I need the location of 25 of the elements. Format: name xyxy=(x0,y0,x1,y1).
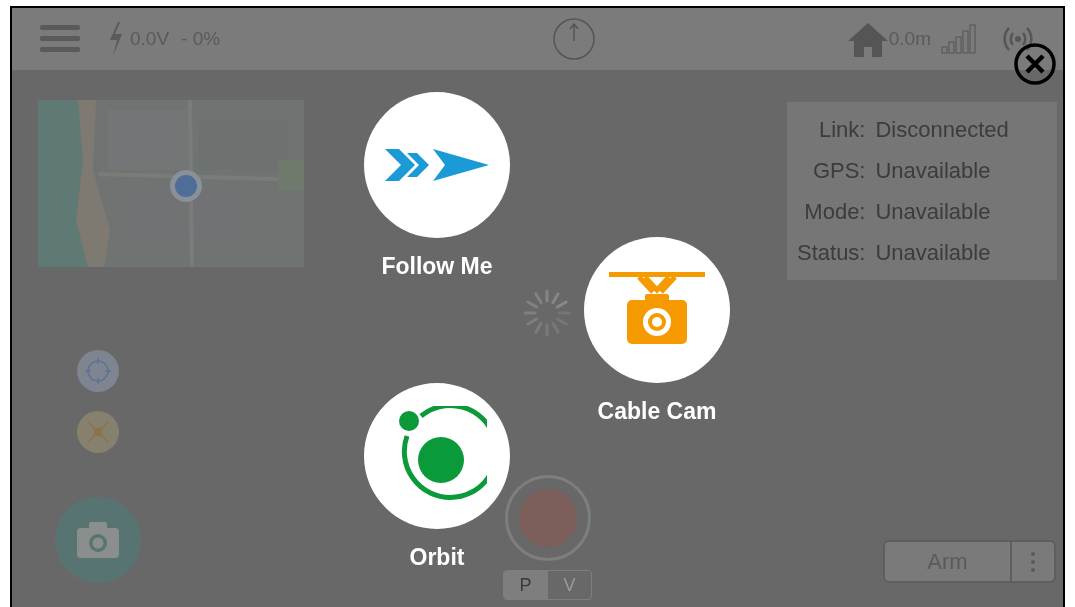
camera-icon xyxy=(77,522,119,558)
home-icon xyxy=(847,21,888,57)
mode-label: Follow Me xyxy=(381,252,493,280)
compass-icon xyxy=(551,17,596,61)
status-value: Unavailable xyxy=(875,238,992,267)
crosshair-icon xyxy=(84,357,112,385)
close-button[interactable] xyxy=(1013,42,1057,86)
status-label: GPS: xyxy=(811,156,866,185)
more-options-icon xyxy=(1030,550,1036,573)
loading-spinner-icon xyxy=(522,288,572,338)
status-label: Link: xyxy=(818,115,866,144)
lightning-bolt-icon xyxy=(108,22,124,56)
status-label: Status: xyxy=(797,238,866,267)
signal-bars-icon xyxy=(941,24,977,54)
mode-segment[interactable]: P xyxy=(504,571,547,599)
drone-button[interactable] xyxy=(77,411,119,453)
target-button[interactable] xyxy=(77,350,119,392)
mode-label: Orbit xyxy=(409,543,465,571)
status-value: Unavailable xyxy=(875,197,992,226)
menu-icon[interactable] xyxy=(40,24,80,54)
mode-label: Cable Cam xyxy=(597,397,717,425)
status-value: Disconnected xyxy=(875,115,1010,144)
status-label: Mode: xyxy=(803,197,866,226)
status-value: Unavailable xyxy=(875,156,992,185)
record-button[interactable] xyxy=(505,475,591,561)
